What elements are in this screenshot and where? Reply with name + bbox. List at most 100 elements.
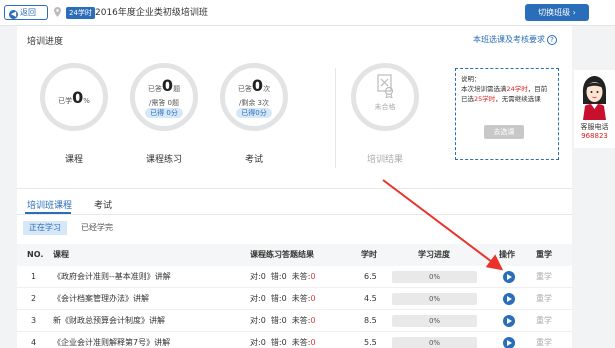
hours-badge: 24学时 — [66, 7, 95, 19]
practice-unit: 题 — [173, 85, 181, 93]
row-course-link[interactable]: 新《财政总预算会计制度》讲解 — [53, 310, 165, 332]
chevron-right-icon: › — [572, 8, 576, 17]
col-restudy: 重学 — [536, 250, 552, 259]
progress-bar: 0% — [392, 315, 477, 327]
select-course-button[interactable]: 去选课 — [484, 125, 524, 139]
switch-class-label: 切换班级 — [538, 8, 571, 17]
unanswered-count: 0 — [310, 272, 316, 281]
course-progress-circle: 已学0% — [40, 63, 108, 131]
row-no: 4 — [31, 338, 37, 347]
wrong-count: 错:0 — [270, 272, 287, 281]
col-action: 操作 — [499, 250, 515, 259]
col-course: 课程 — [53, 250, 69, 259]
progress-bar: 0% — [392, 337, 477, 348]
col-progress: 学习进度 — [418, 250, 450, 259]
main-panel: 培训进度 本班选课及考核要求? 已学0% 课程 已答0题 /需答 0题 已得 0… — [17, 26, 572, 348]
row-practice-result: 对:0 错:0 未答:0 — [250, 266, 316, 288]
divider — [17, 188, 572, 189]
restudy-button[interactable]: 重学 — [536, 332, 552, 348]
play-icon[interactable] — [503, 337, 515, 348]
restudy-button[interactable]: 重学 — [536, 288, 552, 310]
back-button[interactable]: ◀ 返回 — [4, 5, 48, 20]
restudy-button[interactable]: 重学 — [536, 310, 552, 332]
exam-label: 考试 — [244, 155, 263, 165]
course-unit: % — [83, 97, 90, 105]
row-hours: 8.5 — [364, 316, 377, 325]
customer-service-card[interactable]: 客服电话 968823 — [574, 70, 615, 148]
table-header: NO. 课程 课程练习答题结果 学时 学习进度 操作 重学 — [17, 244, 572, 266]
table-row: 4 《企业会计准则解释第7号》讲解 对:0 错:0 未答:0 5.5 0% 重学 — [17, 332, 572, 348]
back-arrow-icon: ◀ — [9, 10, 18, 19]
progress-text: 0% — [428, 317, 441, 325]
rules-link-label: 本班选课及考核要求 — [473, 35, 545, 44]
result-label: 培训结果 — [366, 155, 403, 165]
row-hours: 6.5 — [364, 272, 377, 281]
restudy-button[interactable]: 重学 — [536, 266, 552, 288]
course-prefix: 已学 — [58, 97, 73, 105]
progress-text: 0% — [428, 339, 441, 347]
play-icon[interactable] — [503, 315, 515, 327]
correct-count: 对:0 — [250, 338, 266, 347]
subtab-studying[interactable]: 正在学习 — [23, 221, 67, 235]
practice-score-pill: 已得 0分 — [145, 108, 183, 118]
note-required-hours: 24学时 — [506, 85, 528, 93]
row-practice-result: 对:0 错:0 未答:0 — [250, 332, 316, 348]
practice-circle: 已答0题 /需答 0题 已得 0分 — [130, 63, 198, 131]
progress-bar: 0% — [392, 293, 477, 305]
rules-link[interactable]: 本班选课及考核要求? — [473, 34, 557, 45]
table-row: 1 《政府会计准则--基本准则》讲解 对:0 错:0 未答:0 6.5 0% 重学 — [17, 266, 572, 288]
note-title: 说明： — [461, 75, 481, 83]
unanswered-label: 未答: — [291, 338, 311, 347]
subtab-finished[interactable]: 已经学完 — [75, 221, 119, 235]
note-line2-c: ，无需继续选课 — [495, 95, 541, 103]
table-row: 3 新《财政总预算会计制度》讲解 对:0 错:0 未答:0 8.5 0% 重学 — [17, 310, 572, 332]
note-selected-hours: 25学时 — [474, 95, 496, 103]
unanswered-count: 0 — [310, 316, 316, 325]
exam-score-pill: 已得0分 — [236, 108, 272, 118]
col-hours: 学时 — [361, 250, 377, 259]
unanswered-count: 0 — [310, 294, 316, 303]
exam-prefix: 已答 — [237, 85, 252, 93]
back-button-label: 返回 — [20, 8, 36, 17]
practice-label: 课程练习 — [145, 155, 182, 165]
wrong-count: 错:0 — [270, 338, 287, 347]
service-phone: 968823 — [581, 132, 608, 140]
play-icon[interactable] — [503, 293, 515, 305]
unanswered-label: 未答: — [291, 316, 311, 325]
correct-count: 对:0 — [250, 316, 266, 325]
practice-value: 0 — [161, 76, 174, 95]
table-row: 2 《会计档案管理办法》讲解 对:0 错:0 未答:0 4.5 0% 重学 — [17, 288, 572, 310]
exam-remaining: /剩余 3次 — [238, 99, 270, 107]
play-icon[interactable] — [503, 271, 515, 283]
course-label: 课程 — [64, 155, 83, 165]
wrong-count: 错:0 — [270, 294, 287, 303]
col-practice: 课程练习答题结果 — [250, 250, 314, 259]
row-no: 3 — [31, 316, 37, 325]
course-value: 0 — [72, 88, 84, 107]
tab-class-courses[interactable]: 培训班课程 — [27, 198, 72, 211]
correct-count: 对:0 — [250, 272, 266, 281]
tab-exam[interactable]: 考试 — [94, 198, 112, 211]
progress-text: 0% — [428, 273, 441, 281]
unanswered-label: 未答: — [291, 294, 311, 303]
progress-text: 0% — [428, 295, 441, 303]
result-status: 未合格 — [374, 103, 396, 111]
help-icon: ? — [547, 35, 557, 45]
row-course-link[interactable]: 《企业会计准则解释第7号》讲解 — [53, 332, 170, 348]
row-course-link[interactable]: 《政府会计准则--基本准则》讲解 — [53, 266, 171, 288]
row-practice-result: 对:0 错:0 未答:0 — [250, 288, 316, 310]
practice-required: /需答 0题 — [148, 99, 180, 107]
row-course-link[interactable]: 《会计档案管理办法》讲解 — [53, 288, 149, 310]
row-no: 2 — [31, 294, 37, 303]
result-circle: 未合格 — [351, 63, 419, 131]
unanswered-count: 0 — [310, 338, 316, 347]
class-title: 2016年度企业类初级培训班 — [95, 8, 208, 18]
top-bar: ◀ 返回 24学时 2016年度企业类初级培训班 切换班级 › — [0, 0, 615, 26]
progress-bar: 0% — [392, 271, 477, 283]
switch-class-button[interactable]: 切换班级 › — [525, 4, 589, 21]
wrong-count: 错:0 — [270, 316, 287, 325]
service-agent-avatar — [582, 76, 607, 120]
note-line1-c: ，目前 — [527, 85, 548, 93]
note-line1-a: 本次培训需选满 — [461, 85, 507, 93]
service-label: 客服电话 — [580, 123, 609, 131]
